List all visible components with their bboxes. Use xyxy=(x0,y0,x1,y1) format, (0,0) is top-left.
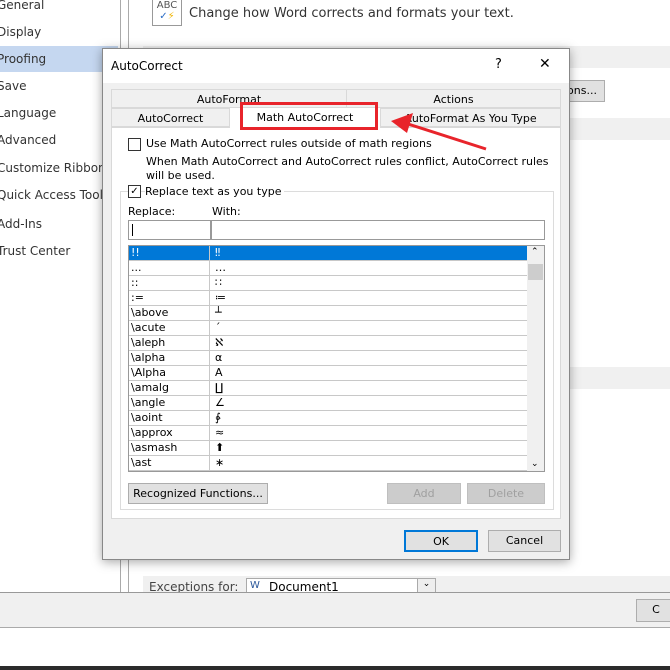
replace-cell: \Alpha xyxy=(129,366,210,381)
sidebar-item-trust-center[interactable]: Trust Center xyxy=(0,238,118,264)
use-outside-checkbox[interactable] xyxy=(128,138,141,151)
highlight-box xyxy=(240,102,378,130)
with-cell: ∳ xyxy=(215,411,221,424)
chevron-up-icon[interactable]: ⌃ xyxy=(531,247,539,257)
sidebar-item-quick-access-toolbar[interactable]: Quick Access Toolbar xyxy=(0,182,118,208)
add-button[interactable]: Add xyxy=(387,483,461,504)
sidebar-item-general[interactable]: General xyxy=(0,0,118,18)
options-bottom-bar: C xyxy=(0,592,670,628)
with-cell: ´ xyxy=(215,321,221,334)
dialog-title: AutoCorrect xyxy=(111,59,183,73)
list-item[interactable]: \angle ∠ xyxy=(129,396,528,411)
list-item[interactable]: \above ┴ xyxy=(129,306,528,321)
with-cell: α xyxy=(215,351,223,364)
replace-cell: \above xyxy=(129,306,210,321)
tab-actions[interactable]: Actions xyxy=(346,89,561,108)
ok-button[interactable]: OK xyxy=(404,530,478,552)
with-cell: ∐ xyxy=(215,381,224,394)
scrollbar[interactable]: ⌃ ⌄ xyxy=(527,246,544,471)
with-column-label: With: xyxy=(212,205,241,218)
autocorrect-dialog: AutoCorrect ? ✕ AutoFormat Actions AutoC… xyxy=(102,48,570,560)
replace-cell: \ast xyxy=(129,456,210,471)
bottom-button[interactable]: C xyxy=(636,599,670,622)
replace-cell: := xyxy=(129,291,210,306)
math-autocorrect-panel: Use Math AutoCorrect rules outside of ma… xyxy=(111,127,561,519)
header-text: Change how Word corrects and formats you… xyxy=(189,6,514,21)
with-cell: ∗ xyxy=(215,456,225,469)
cancel-button[interactable]: Cancel xyxy=(488,530,561,552)
conflict-note: When Math AutoCorrect and AutoCorrect ru… xyxy=(146,155,549,182)
with-cell: ⬆ xyxy=(215,441,225,454)
replace-cell: :: xyxy=(129,276,210,291)
dialog-titlebar: AutoCorrect ? ✕ xyxy=(103,49,569,83)
with-cell: ∠ xyxy=(215,396,225,409)
list-item[interactable]: \ast ∗ xyxy=(129,456,528,471)
with-cell: Α xyxy=(215,366,223,379)
recognized-functions-button[interactable]: Recognized Functions... xyxy=(128,483,268,504)
list-item[interactable]: \approx ≈ xyxy=(129,426,528,441)
with-cell: ≈ xyxy=(215,426,225,439)
list-item[interactable]: \asmash ⬆ xyxy=(129,441,528,456)
with-cell: … xyxy=(215,261,226,274)
list-item[interactable]: !! ‼ xyxy=(129,246,528,261)
sidebar-item-save[interactable]: Save xyxy=(0,73,118,99)
replace-cell: \asmash xyxy=(129,441,210,456)
list-item[interactable]: := ≔ xyxy=(129,291,528,306)
with-input[interactable] xyxy=(211,220,545,240)
replace-cell: \amalg xyxy=(129,381,210,396)
replace-column-label: Replace: xyxy=(128,205,176,218)
list-item[interactable]: :: ∷ xyxy=(129,276,528,291)
delete-button[interactable]: Delete xyxy=(467,483,545,504)
list-item[interactable]: ... … xyxy=(129,261,528,276)
replace-cell: \approx xyxy=(129,426,210,441)
with-cell: ‼ xyxy=(215,246,221,259)
entries-list[interactable]: \ast ∗ \asmash ⬆ \approx ≈ \aoint ∳ \angle ∠ \amal… xyxy=(128,245,545,472)
help-button[interactable]: ? xyxy=(495,57,502,72)
sidebar-item-customize-ribbon[interactable]: Customize Ribbon xyxy=(0,155,118,181)
replace-cell: ... xyxy=(129,261,210,276)
word-document-icon: W xyxy=(250,580,260,591)
replace-cell: !! xyxy=(129,246,210,261)
replace-checkbox[interactable]: ✓ xyxy=(128,185,141,198)
replace-cell: \acute xyxy=(129,321,210,336)
with-cell: ∷ xyxy=(215,276,222,289)
sidebar-item-advanced[interactable]: Advanced xyxy=(0,127,118,153)
scrollbar-thumb[interactable] xyxy=(528,264,543,280)
replace-label: Replace text as you type xyxy=(145,185,285,198)
chevron-down-icon[interactable]: ⌄ xyxy=(417,579,435,593)
abc-check-icon: ABC ✓⚡ xyxy=(152,0,182,26)
tab-autocorrect[interactable]: AutoCorrect xyxy=(111,108,230,127)
replace-input[interactable] xyxy=(128,220,211,240)
with-cell: ℵ xyxy=(215,336,224,349)
list-item[interactable]: \aleph ℵ xyxy=(129,336,528,351)
list-item[interactable]: \alpha α xyxy=(129,351,528,366)
sidebar-item-language[interactable]: Language xyxy=(0,100,118,126)
with-cell: ≔ xyxy=(215,291,226,304)
arrow-annotation-icon xyxy=(391,113,487,151)
sidebar-item-display[interactable]: Display xyxy=(0,19,118,45)
list-item[interactable]: \amalg ∐ xyxy=(129,381,528,396)
replace-cell: \angle xyxy=(129,396,210,411)
list-item[interactable]: \aoint ∳ xyxy=(129,411,528,426)
list-item[interactable]: \acute ´ xyxy=(129,321,528,336)
chevron-down-icon[interactable]: ⌄ xyxy=(531,459,539,469)
replace-cell: \aleph xyxy=(129,336,210,351)
replace-cell: \aoint xyxy=(129,411,210,426)
replace-cell: \alpha xyxy=(129,351,210,366)
with-cell: ┴ xyxy=(215,306,222,319)
list-item[interactable]: \Alpha Α xyxy=(129,366,528,381)
close-icon[interactable]: ✕ xyxy=(539,56,551,72)
sidebar-item-proofing[interactable]: Proofing xyxy=(0,46,118,72)
sidebar-item-add-ins[interactable]: Add-Ins xyxy=(0,211,118,237)
